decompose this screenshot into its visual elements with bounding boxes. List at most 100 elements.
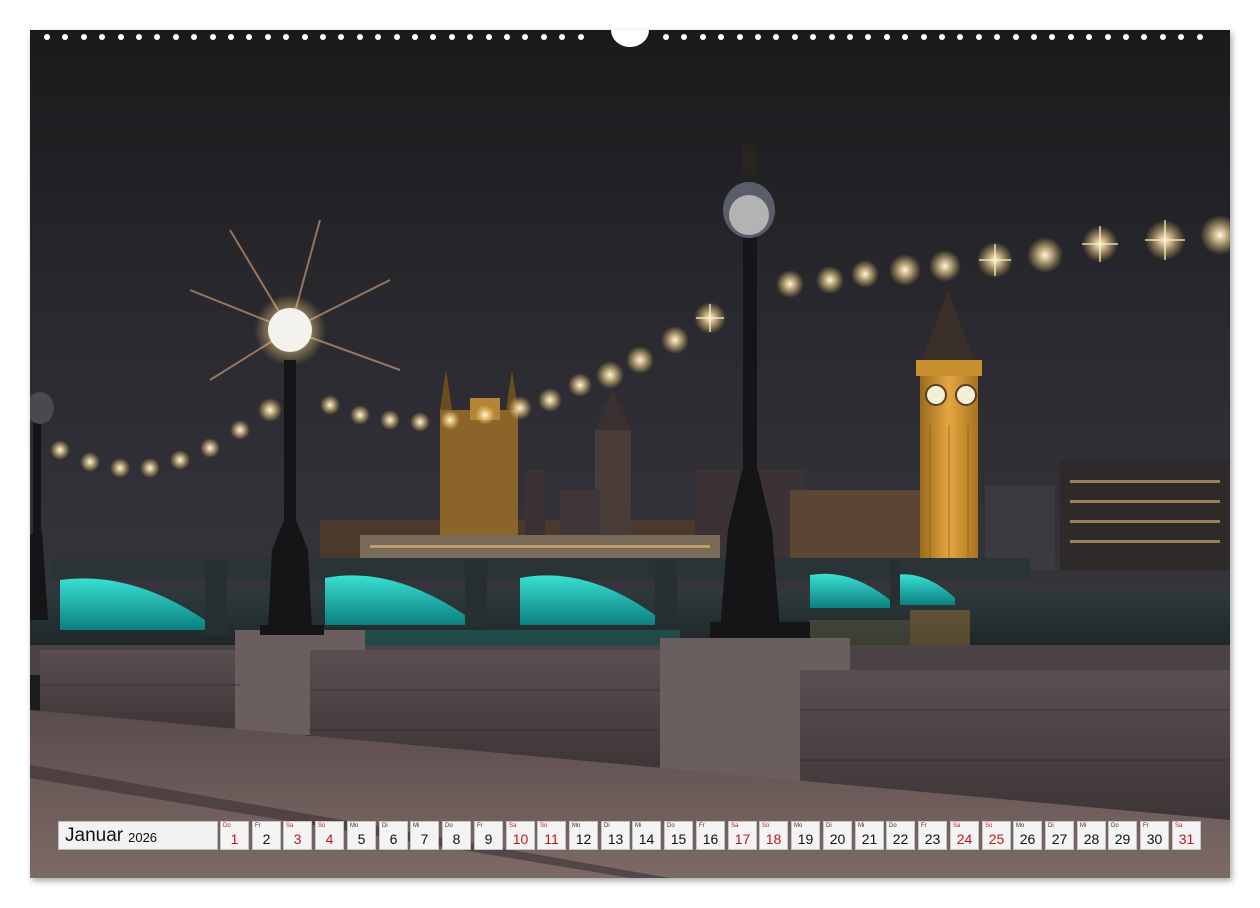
day-number: 26 (1019, 831, 1036, 847)
weekday-label: Do (1111, 823, 1119, 829)
day-number: 25 (988, 831, 1005, 847)
weekday-label: Do (445, 823, 453, 829)
day-cell: Fr 9 (474, 821, 503, 850)
weekday-label: Fr (477, 823, 483, 829)
weekday-label: Di (604, 823, 610, 829)
london-night-photo (30, 30, 1230, 878)
day-cell: Di 27 (1045, 821, 1074, 850)
day-number: 8 (452, 831, 461, 847)
weekday-label: Sa (1175, 823, 1183, 829)
weekday-label: Fr (921, 823, 927, 829)
day-cell: Mo 12 (569, 821, 598, 850)
day-cell: Mo 26 (1013, 821, 1042, 850)
weekday-label: So (762, 823, 770, 829)
weekday-label: Sa (509, 823, 517, 829)
day-number: 17 (734, 831, 751, 847)
day-cell: Mi 21 (855, 821, 884, 850)
weekday-label: Sa (953, 823, 961, 829)
day-number: 13 (607, 831, 624, 847)
day-number: 14 (638, 831, 655, 847)
day-number: 29 (1114, 831, 1131, 847)
day-number: 30 (1146, 831, 1163, 847)
photo-illustration (30, 30, 1230, 878)
day-number: 1 (230, 831, 239, 847)
day-cell: Do 1 (220, 821, 249, 850)
day-cell: Di 6 (379, 821, 408, 850)
weekday-label: Di (382, 823, 388, 829)
day-number: 9 (484, 831, 493, 847)
day-number: 11 (544, 831, 559, 847)
weekday-label: So (318, 823, 326, 829)
day-number: 4 (325, 831, 334, 847)
day-cell: Sa 17 (728, 821, 757, 850)
day-cell: Di 20 (823, 821, 852, 850)
day-cell: So 18 (759, 821, 788, 850)
weekday-label: Sa (731, 823, 739, 829)
weekday-label: Fr (699, 823, 705, 829)
day-cell: Di 13 (601, 821, 630, 850)
day-cell: Sa 10 (506, 821, 535, 850)
day-cell: Do 15 (664, 821, 693, 850)
day-number: 10 (512, 831, 529, 847)
day-number: 2 (262, 831, 271, 847)
day-cell: Mi 28 (1077, 821, 1106, 850)
weekday-label: Mo (794, 823, 803, 829)
day-number: 19 (797, 831, 814, 847)
day-cell: Sa 24 (950, 821, 979, 850)
day-cell: Fr 16 (696, 821, 725, 850)
weekday-label: Mo (1016, 823, 1025, 829)
month-label-box: Januar 2026 (58, 821, 218, 850)
day-cell: Mi 7 (410, 821, 439, 850)
weekday-label: Do (889, 823, 897, 829)
day-number: 3 (293, 831, 302, 847)
weekday-label: Mi (1080, 823, 1087, 829)
weekday-label: So (540, 823, 548, 829)
day-number: 18 (765, 831, 782, 847)
day-number: 5 (357, 831, 366, 847)
day-cell: Fr 2 (252, 821, 281, 850)
day-number: 7 (420, 831, 429, 847)
weekday-label: Di (826, 823, 832, 829)
weekday-label: Mo (350, 823, 359, 829)
day-cell: So 11 (537, 821, 566, 850)
day-cell: Sa 31 (1172, 821, 1201, 850)
day-number: 21 (861, 831, 878, 847)
calendar-strip: Januar 2026 Do 1 Fr 2 Sa 3 So 4 Mo 5 Di 6 Mi 7 Do 8 Fr 9 S… (58, 821, 1203, 850)
day-number: 23 (924, 831, 941, 847)
day-cell: Do 22 (886, 821, 915, 850)
month-name: Januar (65, 824, 124, 846)
weekday-label: Mi (413, 823, 420, 829)
day-cells: Do 1 Fr 2 Sa 3 So 4 Mo 5 Di 6 Mi 7 Do 8 Fr 9 Sa 10 So 11 Mo 12 D… (220, 821, 1203, 850)
day-number: 16 (702, 831, 719, 847)
day-number: 20 (829, 831, 846, 847)
weekday-label: Di (1048, 823, 1054, 829)
day-cell: So 4 (315, 821, 344, 850)
weekday-label: Fr (255, 823, 261, 829)
weekday-label: Do (223, 823, 231, 829)
day-number: 22 (892, 831, 909, 847)
weekday-label: Mi (635, 823, 642, 829)
day-cell: Mi 14 (632, 821, 661, 850)
day-cell: Do 8 (442, 821, 471, 850)
month-year: 2026 (128, 830, 158, 845)
day-cell: Mo 5 (347, 821, 376, 850)
day-number: 28 (1083, 831, 1100, 847)
day-number: 12 (575, 831, 592, 847)
weekday-label: Sa (286, 823, 294, 829)
day-cell: Fr 23 (918, 821, 947, 850)
day-cell: So 25 (982, 821, 1011, 850)
day-number: 15 (670, 831, 687, 847)
weekday-label: Mo (572, 823, 581, 829)
day-cell: Sa 3 (283, 821, 312, 850)
day-cell: Do 29 (1108, 821, 1137, 850)
weekday-label: So (985, 823, 993, 829)
day-cell: Mo 19 (791, 821, 820, 850)
day-number: 24 (956, 831, 973, 847)
weekday-label: Mi (858, 823, 865, 829)
day-number: 31 (1178, 831, 1195, 847)
weekday-label: Fr (1143, 823, 1149, 829)
day-cell: Fr 30 (1140, 821, 1169, 850)
day-number: 27 (1051, 831, 1068, 847)
weekday-label: Do (667, 823, 675, 829)
day-number: 6 (389, 831, 398, 847)
